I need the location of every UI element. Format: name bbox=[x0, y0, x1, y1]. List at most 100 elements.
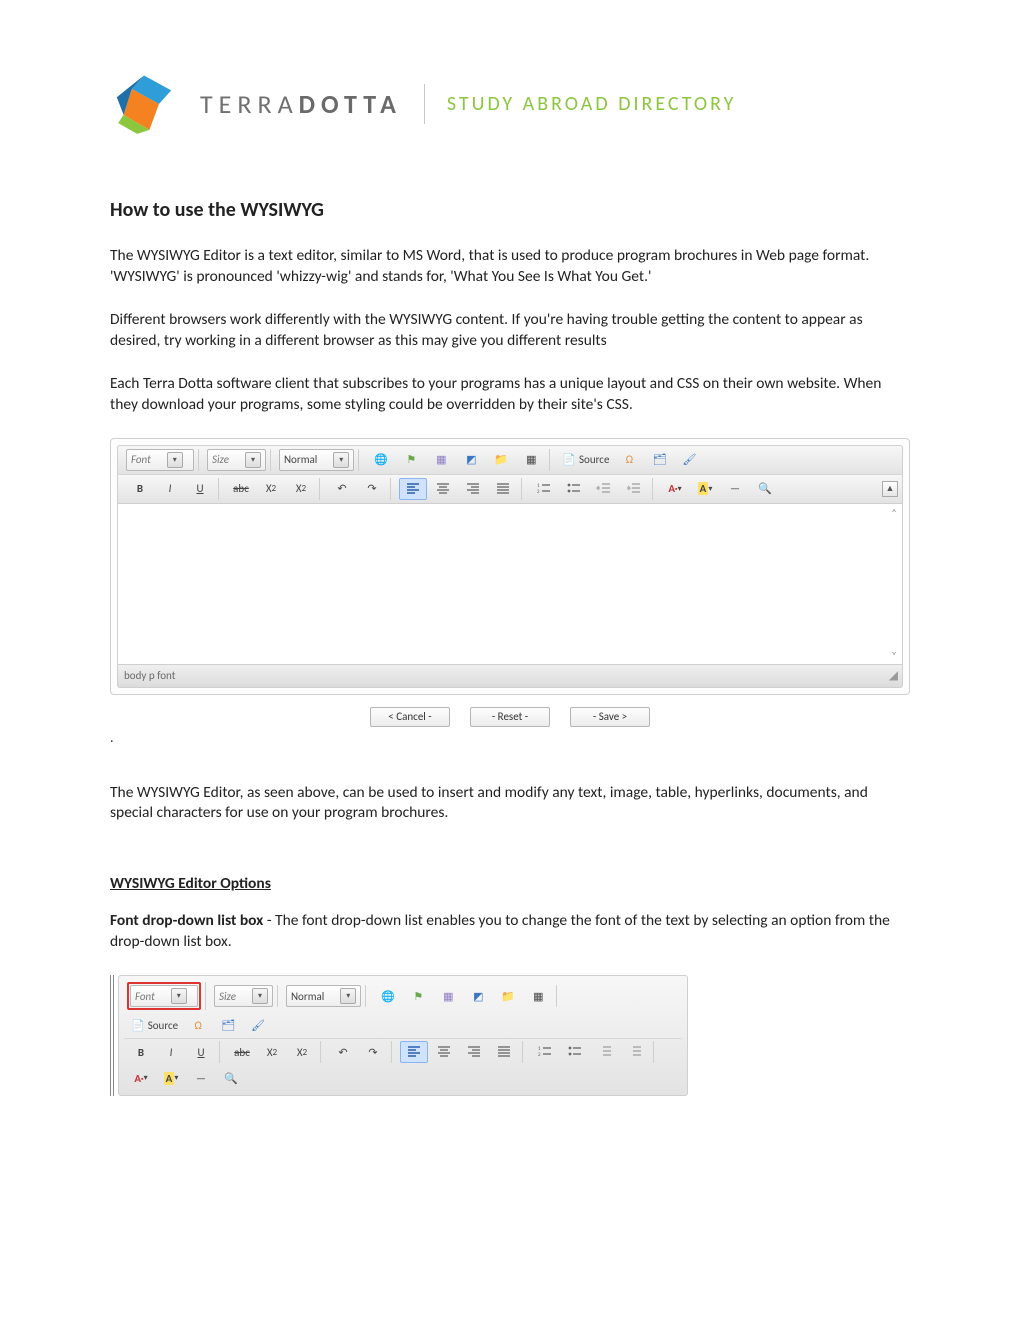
options-heading: WYSIWYG Editor Options bbox=[110, 874, 910, 893]
cancel-button[interactable]: < Cancel - bbox=[370, 707, 450, 727]
brand-divider bbox=[424, 84, 425, 124]
folder-icon[interactable]: 📁 bbox=[487, 449, 515, 471]
reset-button[interactable]: - Reset - bbox=[470, 707, 550, 727]
align-justify-button[interactable] bbox=[489, 478, 517, 500]
preview-button[interactable]: 🔍 bbox=[751, 478, 779, 500]
link-icon[interactable]: 🌐 bbox=[374, 985, 402, 1007]
toolbar-snapshot-wrap: Font ▾ Size ▾ Normal ▾ bbox=[110, 975, 910, 1096]
preview-button[interactable]: 🔍 bbox=[217, 1067, 245, 1089]
indent-button[interactable] bbox=[620, 478, 648, 500]
folder-icon[interactable]: 📁 bbox=[494, 985, 522, 1007]
snapshot-row-2: B I U abc X2 X2 ↶ ↷ bbox=[123, 1038, 683, 1091]
bold-button[interactable]: B bbox=[127, 1041, 155, 1063]
align-left-button[interactable] bbox=[399, 478, 427, 500]
hr-button[interactable]: — bbox=[187, 1067, 215, 1089]
align-center-button[interactable] bbox=[429, 478, 457, 500]
subscript-button[interactable]: X2 bbox=[257, 478, 285, 500]
special-char-icon[interactable]: Ω bbox=[184, 1014, 212, 1036]
special-char-icon[interactable]: Ω bbox=[615, 449, 643, 471]
save-button[interactable]: - Save > bbox=[570, 707, 650, 727]
caption-paragraph: The WYSIWYG Editor, as seen above, can b… bbox=[110, 783, 910, 825]
bulleted-list-button[interactable] bbox=[561, 1041, 589, 1063]
format-select[interactable]: Normal ▾ bbox=[279, 449, 354, 471]
status-path: body p font bbox=[124, 669, 175, 682]
superscript-button[interactable]: X2 bbox=[288, 1041, 316, 1063]
align-justify-button[interactable] bbox=[490, 1041, 518, 1063]
strike-button[interactable]: abc bbox=[227, 478, 255, 500]
align-center-button[interactable] bbox=[430, 1041, 458, 1063]
scroll-down-icon: ˅ bbox=[891, 649, 896, 662]
subscript-button[interactable]: X2 bbox=[258, 1041, 286, 1063]
outdent-button[interactable] bbox=[591, 1041, 619, 1063]
editor-content-area[interactable]: ˄ ˅ bbox=[117, 503, 903, 665]
align-left-button[interactable] bbox=[400, 1041, 428, 1063]
editor-scrollbar[interactable]: ˄ ˅ bbox=[888, 506, 900, 662]
source-button[interactable]: 📄Source bbox=[558, 449, 613, 471]
source-button[interactable]: 📄Source bbox=[127, 1014, 182, 1036]
font-select[interactable]: Font ▾ bbox=[130, 985, 198, 1007]
redo-button[interactable]: ↷ bbox=[359, 1041, 387, 1063]
page-title: How to use the WYSIWYG bbox=[110, 198, 910, 222]
underline-button[interactable]: U bbox=[187, 1041, 215, 1063]
chevron-down-icon: ▾ bbox=[252, 988, 268, 1004]
size-select[interactable]: Size ▾ bbox=[207, 449, 266, 471]
indent-button[interactable] bbox=[621, 1041, 649, 1063]
hr-button[interactable]: — bbox=[721, 478, 749, 500]
chevron-down-icon: ▾ bbox=[245, 452, 261, 468]
editor-status-bar: body p font ◢ bbox=[117, 665, 903, 688]
format-select[interactable]: Normal ▾ bbox=[286, 985, 361, 1007]
text-color-button[interactable]: A▪▾ bbox=[661, 478, 689, 500]
numbered-list-button[interactable]: 12 bbox=[531, 1041, 559, 1063]
size-select-label: Size bbox=[212, 453, 229, 466]
table-icon[interactable]: ▦ bbox=[524, 985, 552, 1007]
snapshot-row-1: Font ▾ Size ▾ Normal ▾ bbox=[123, 980, 683, 1038]
align-right-button[interactable] bbox=[460, 1041, 488, 1063]
format-brush-icon[interactable]: 🖌 bbox=[244, 1014, 272, 1036]
strike-button[interactable]: abc bbox=[228, 1041, 256, 1063]
font-select[interactable]: Font ▾ bbox=[126, 449, 194, 471]
outdent-button[interactable] bbox=[590, 478, 618, 500]
format-brush-icon[interactable]: 🖌 bbox=[675, 449, 703, 471]
format-select-label: Normal bbox=[284, 453, 317, 466]
collapse-toolbar-button[interactable]: ▲ bbox=[882, 481, 898, 497]
undo-button[interactable]: ↶ bbox=[328, 478, 356, 500]
document-page: TERRADOTTA STUDY ABROAD DIRECTORY How to… bbox=[0, 0, 1020, 1320]
toolbar-row-2: B I U abc X2 X2 ↶ ↷ bbox=[117, 474, 903, 503]
image-icon[interactable]: ▦ bbox=[427, 449, 455, 471]
brand-tagline: STUDY ABROAD DIRECTORY bbox=[447, 92, 737, 116]
size-select[interactable]: Size ▾ bbox=[214, 985, 273, 1007]
numbered-list-button[interactable]: 12 bbox=[530, 478, 558, 500]
undo-button[interactable]: ↶ bbox=[329, 1041, 357, 1063]
font-select-label: Font bbox=[131, 453, 151, 466]
superscript-button[interactable]: X2 bbox=[287, 478, 315, 500]
bulleted-list-button[interactable] bbox=[560, 478, 588, 500]
anchor-icon[interactable]: ⚑ bbox=[404, 985, 432, 1007]
chevron-down-icon: ▾ bbox=[340, 988, 356, 1004]
separator-dot: . bbox=[110, 733, 910, 743]
text-color-button[interactable]: A▪▾ bbox=[127, 1067, 155, 1089]
chevron-down-icon: ▾ bbox=[171, 988, 187, 1004]
chevron-down-icon: ▾ bbox=[333, 452, 349, 468]
link-icon[interactable]: 🌐 bbox=[367, 449, 395, 471]
bg-color-button[interactable]: A▾ bbox=[157, 1067, 185, 1089]
intro-paragraph-1: The WYSIWYG Editor is a text editor, sim… bbox=[110, 246, 910, 288]
brand-name-light: TERRA bbox=[200, 88, 299, 120]
redo-button[interactable]: ↷ bbox=[358, 478, 386, 500]
templates-icon[interactable]: 🗂 bbox=[214, 1014, 242, 1036]
resize-grip-icon[interactable]: ◢ bbox=[889, 668, 896, 683]
flash-icon[interactable]: ◩ bbox=[457, 449, 485, 471]
templates-icon[interactable]: 🗂 bbox=[645, 449, 673, 471]
bg-color-button[interactable]: A▾ bbox=[691, 478, 719, 500]
intro-paragraph-3: Each Terra Dotta software client that su… bbox=[110, 374, 910, 416]
italic-button[interactable]: I bbox=[156, 478, 184, 500]
bold-button[interactable]: B bbox=[126, 478, 154, 500]
anchor-icon[interactable]: ⚑ bbox=[397, 449, 425, 471]
underline-button[interactable]: U bbox=[186, 478, 214, 500]
align-right-button[interactable] bbox=[459, 478, 487, 500]
table-icon[interactable]: ▦ bbox=[517, 449, 545, 471]
font-option-paragraph: Font drop-down list box - The font drop-… bbox=[110, 911, 910, 953]
image-icon[interactable]: ▦ bbox=[434, 985, 462, 1007]
editor-action-row: < Cancel - - Reset - - Save > bbox=[110, 707, 910, 727]
flash-icon[interactable]: ◩ bbox=[464, 985, 492, 1007]
italic-button[interactable]: I bbox=[157, 1041, 185, 1063]
